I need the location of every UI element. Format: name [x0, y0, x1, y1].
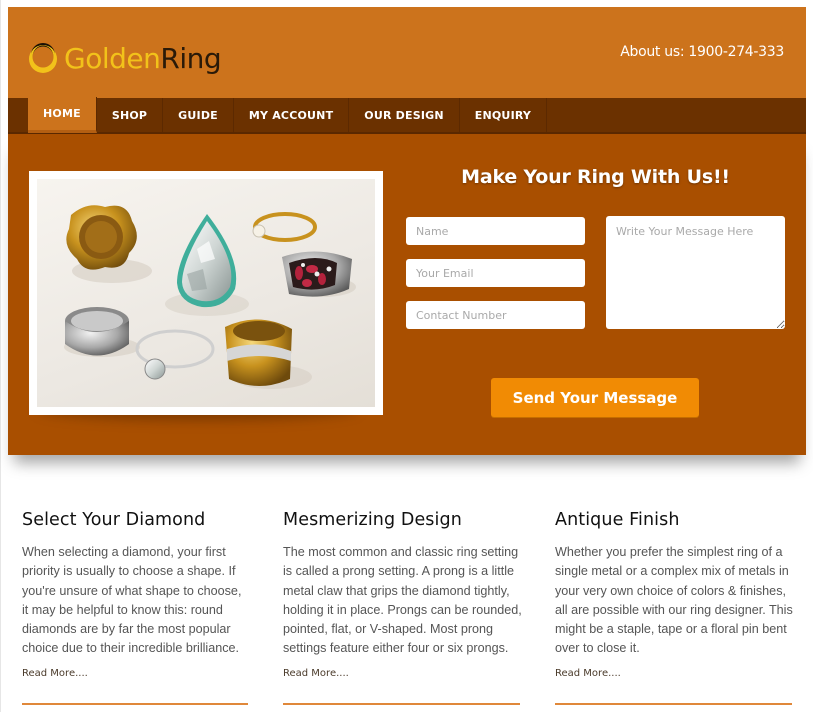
- nav-item-guide[interactable]: GUIDE: [163, 98, 234, 132]
- feature-divider: [22, 703, 248, 705]
- read-more-link[interactable]: Read More....: [555, 668, 795, 679]
- read-more-link[interactable]: Read More....: [283, 668, 523, 679]
- rings-illustration: [64, 205, 356, 389]
- feature-body: Whether you prefer the simplest ring of …: [555, 545, 793, 656]
- read-more-link[interactable]: Read More....: [22, 668, 250, 679]
- ring-logo-icon: [29, 43, 57, 73]
- feature-select-diamond: Select Your Diamond When selecting a dia…: [22, 510, 250, 705]
- hero-section: Make Your Ring With Us!! Send Your Messa…: [8, 134, 806, 455]
- feature-title: Antique Finish: [555, 510, 680, 530]
- hero-image-frame: [29, 171, 383, 415]
- name-input[interactable]: [406, 217, 585, 245]
- nav-item-my-account[interactable]: MY ACCOUNT: [234, 98, 350, 132]
- feature-body: When selecting a diamond, your first pri…: [22, 545, 242, 656]
- site-header: GoldenRing About us: 1900-274-333: [8, 7, 806, 98]
- feature-title: Select Your Diamond: [22, 510, 206, 530]
- logo-text-golden: Golden: [64, 42, 161, 75]
- feature-body: The most common and classic ring setting…: [283, 545, 522, 656]
- feature-antique-finish: Antique Finish Whether you prefer the si…: [555, 510, 795, 705]
- contact-phone[interactable]: About us: 1900-274-333: [620, 44, 784, 60]
- logo[interactable]: GoldenRing: [26, 39, 222, 79]
- rings-image: [37, 179, 375, 407]
- feature-divider: [555, 703, 792, 705]
- send-message-button[interactable]: Send Your Message: [491, 378, 699, 417]
- logo-text: GoldenRing: [64, 42, 222, 75]
- nav-item-home[interactable]: HOME: [28, 97, 97, 133]
- hero-title: Make Your Ring With Us!!: [461, 166, 730, 188]
- page-frame-border: [0, 0, 1, 712]
- feature-divider: [283, 703, 520, 705]
- feature-title: Mesmerizing Design: [283, 510, 462, 530]
- nav-item-our-design[interactable]: OUR DESIGN: [349, 98, 460, 132]
- logo-text-ring: Ring: [160, 42, 222, 75]
- feature-mesmerizing-design: Mesmerizing Design The most common and c…: [283, 510, 523, 705]
- main-nav: HOME SHOP GUIDE MY ACCOUNT OUR DESIGN EN…: [8, 97, 806, 134]
- message-textarea[interactable]: [606, 216, 785, 329]
- contact-number-input[interactable]: [406, 301, 585, 329]
- email-input[interactable]: [406, 259, 585, 287]
- nav-item-shop[interactable]: SHOP: [97, 98, 164, 132]
- nav-item-enquiry[interactable]: ENQUIRY: [460, 98, 548, 132]
